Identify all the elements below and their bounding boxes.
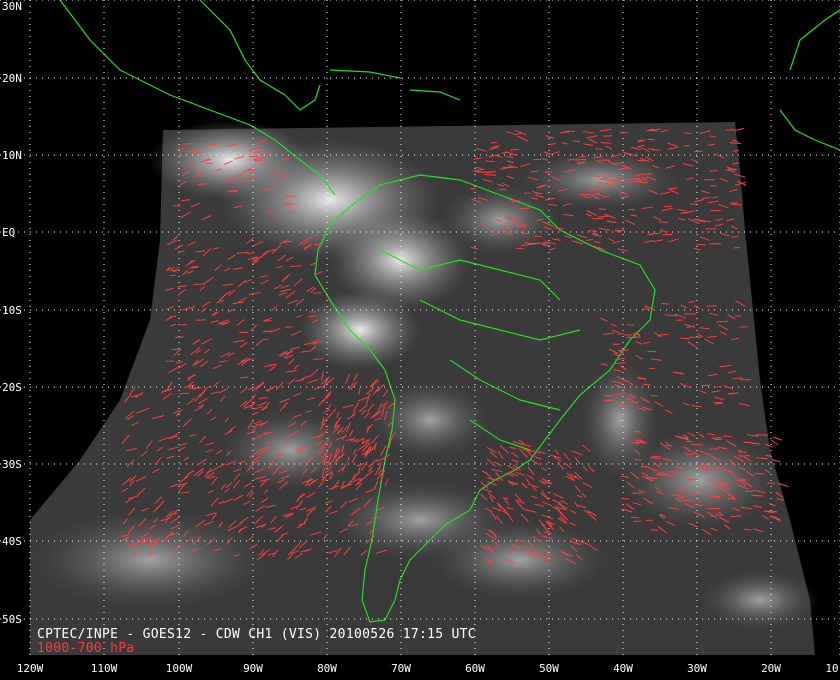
wind-barb-icon xyxy=(621,498,630,500)
wind-barb-icon xyxy=(193,283,206,285)
latitude-label: EQ xyxy=(2,226,16,239)
latitude-label: 30S xyxy=(2,458,22,471)
longitude-label: 100W xyxy=(165,662,193,675)
wind-barb-icon xyxy=(635,441,646,444)
wind-barb-icon xyxy=(771,439,779,446)
wind-barb-icon xyxy=(313,358,324,360)
wind-barb-icon xyxy=(735,315,742,317)
wind-barb-icon xyxy=(685,453,694,456)
wind-barb-icon xyxy=(617,333,625,335)
longitude-label: 50W xyxy=(539,662,559,675)
wind-barb-icon xyxy=(289,265,302,267)
wind-barb-icon xyxy=(603,135,613,137)
longitude-label: 70W xyxy=(391,662,411,675)
wind-barb-icon xyxy=(723,483,730,485)
wind-barb-icon xyxy=(534,235,542,238)
wind-barb-icon xyxy=(647,138,655,141)
satellite-map xyxy=(0,0,840,655)
longitude-label: 40W xyxy=(613,662,633,675)
wind-barb-icon xyxy=(649,129,658,132)
latitude-label: 20S xyxy=(2,381,22,394)
wind-barb-icon xyxy=(642,383,651,386)
wind-barb-icon xyxy=(574,158,587,161)
wind-barb-icon xyxy=(630,516,640,519)
wind-barb-icon xyxy=(715,438,723,441)
wind-barb-icon xyxy=(733,247,741,249)
latitude-label: 50S xyxy=(2,613,22,626)
wind-barb-icon xyxy=(189,387,201,389)
wind-barb-icon xyxy=(588,230,598,232)
latitude-label: 40S xyxy=(2,535,22,548)
wind-barb-icon xyxy=(680,337,690,340)
wind-barb-icon xyxy=(594,148,603,150)
wind-barb-icon xyxy=(737,451,747,453)
wind-barb-icon xyxy=(206,143,216,145)
longitude-label: 90W xyxy=(243,662,263,675)
wind-barb-icon xyxy=(603,399,613,402)
wind-barb-icon xyxy=(636,181,648,183)
wind-barb-icon xyxy=(716,320,729,323)
latitude-label: 20N xyxy=(2,72,22,85)
longitude-label: 60W xyxy=(465,662,485,675)
wind-barb-icon xyxy=(633,520,642,522)
level-caption: 1000-700 hPa xyxy=(37,641,135,656)
wind-barb-icon xyxy=(312,292,322,294)
latitude-label: 30N xyxy=(2,0,22,13)
wind-barb-icon xyxy=(628,208,635,211)
wind-barb-icon xyxy=(642,308,649,310)
wind-barb-icon xyxy=(269,363,278,366)
wind-barb-icon xyxy=(554,227,564,230)
wind-barb-icon xyxy=(502,166,514,169)
wind-barb-icon xyxy=(709,170,718,172)
wind-barb-icon xyxy=(691,443,703,446)
wind-barb-icon xyxy=(693,504,704,506)
wind-barb-icon xyxy=(634,458,642,461)
longitude-label: 120W xyxy=(16,662,44,675)
wind-barb-icon xyxy=(772,436,783,441)
wind-barb-icon xyxy=(723,435,733,437)
wind-barb-icon xyxy=(640,173,652,175)
wind-barb-icon xyxy=(663,205,672,208)
longitude-label: 20W xyxy=(761,662,781,675)
wind-barb-icon xyxy=(656,474,666,476)
longitude-label: 30W xyxy=(687,662,707,675)
wind-barb-icon xyxy=(284,326,293,328)
longitude-label: 10 xyxy=(825,662,839,675)
latitude-label: 10S xyxy=(2,304,22,317)
axis-bar xyxy=(0,655,840,680)
wind-barb-icon xyxy=(226,189,239,192)
wind-barb-icon xyxy=(649,457,661,459)
wind-barb-icon xyxy=(683,132,692,134)
wind-barb-icon xyxy=(510,148,520,151)
wind-barb-icon xyxy=(736,479,744,482)
longitude-label: 110W xyxy=(90,662,118,675)
latitude-label: 10N xyxy=(2,149,22,162)
wind-barb-icon xyxy=(658,221,668,223)
product-caption: CPTEC/INPE - GOES12 - CDW CH1 (VIS) 2010… xyxy=(37,627,476,642)
wind-barb-icon xyxy=(691,492,702,494)
wind-barb-icon xyxy=(767,482,776,484)
longitude-label: 80W xyxy=(317,662,337,675)
